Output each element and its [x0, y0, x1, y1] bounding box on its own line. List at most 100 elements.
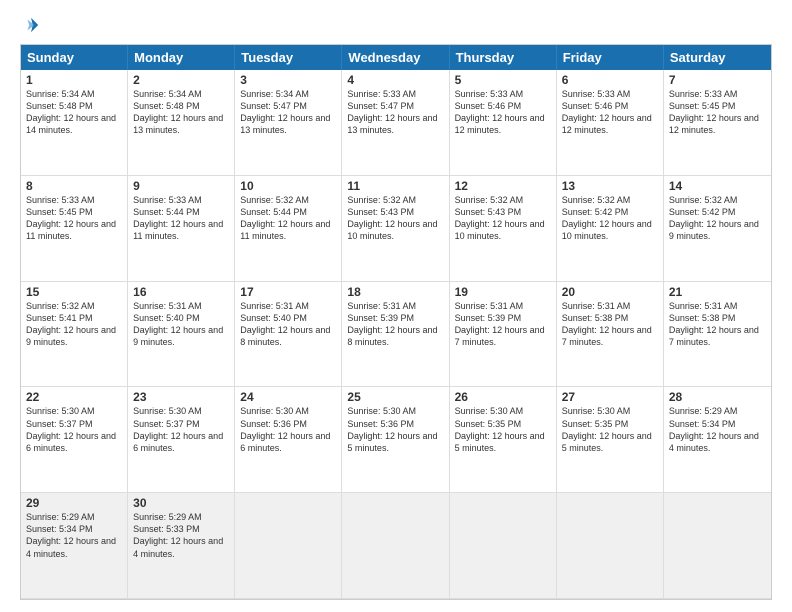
day-number: 29	[26, 496, 122, 510]
day-cell: 21Sunrise: 5:31 AM Sunset: 5:38 PM Dayli…	[664, 282, 771, 388]
day-number: 20	[562, 285, 658, 299]
day-cell: 26Sunrise: 5:30 AM Sunset: 5:35 PM Dayli…	[450, 387, 557, 493]
empty-cell	[450, 493, 557, 599]
day-cell: 3Sunrise: 5:34 AM Sunset: 5:47 PM Daylig…	[235, 70, 342, 176]
day-cell: 6Sunrise: 5:33 AM Sunset: 5:46 PM Daylig…	[557, 70, 664, 176]
day-number: 23	[133, 390, 229, 404]
day-details: Sunrise: 5:33 AM Sunset: 5:46 PM Dayligh…	[455, 88, 551, 137]
day-number: 15	[26, 285, 122, 299]
day-details: Sunrise: 5:33 AM Sunset: 5:47 PM Dayligh…	[347, 88, 443, 137]
day-details: Sunrise: 5:32 AM Sunset: 5:42 PM Dayligh…	[562, 194, 658, 243]
day-cell: 29Sunrise: 5:29 AM Sunset: 5:34 PM Dayli…	[21, 493, 128, 599]
weekday-header: Sunday	[21, 45, 128, 70]
day-details: Sunrise: 5:31 AM Sunset: 5:38 PM Dayligh…	[562, 300, 658, 349]
day-details: Sunrise: 5:32 AM Sunset: 5:43 PM Dayligh…	[455, 194, 551, 243]
day-cell: 2Sunrise: 5:34 AM Sunset: 5:48 PM Daylig…	[128, 70, 235, 176]
day-cell: 7Sunrise: 5:33 AM Sunset: 5:45 PM Daylig…	[664, 70, 771, 176]
day-number: 24	[240, 390, 336, 404]
day-number: 18	[347, 285, 443, 299]
weekday-header: Monday	[128, 45, 235, 70]
page-header	[20, 16, 772, 34]
day-cell: 8Sunrise: 5:33 AM Sunset: 5:45 PM Daylig…	[21, 176, 128, 282]
day-details: Sunrise: 5:33 AM Sunset: 5:44 PM Dayligh…	[133, 194, 229, 243]
day-number: 10	[240, 179, 336, 193]
day-cell: 5Sunrise: 5:33 AM Sunset: 5:46 PM Daylig…	[450, 70, 557, 176]
day-details: Sunrise: 5:31 AM Sunset: 5:39 PM Dayligh…	[455, 300, 551, 349]
day-cell: 20Sunrise: 5:31 AM Sunset: 5:38 PM Dayli…	[557, 282, 664, 388]
calendar: SundayMondayTuesdayWednesdayThursdayFrid…	[20, 44, 772, 600]
day-details: Sunrise: 5:30 AM Sunset: 5:37 PM Dayligh…	[133, 405, 229, 454]
day-number: 8	[26, 179, 122, 193]
day-number: 26	[455, 390, 551, 404]
day-number: 19	[455, 285, 551, 299]
day-number: 21	[669, 285, 766, 299]
day-details: Sunrise: 5:33 AM Sunset: 5:45 PM Dayligh…	[26, 194, 122, 243]
day-number: 28	[669, 390, 766, 404]
day-cell: 13Sunrise: 5:32 AM Sunset: 5:42 PM Dayli…	[557, 176, 664, 282]
day-number: 3	[240, 73, 336, 87]
weekday-header: Thursday	[450, 45, 557, 70]
day-cell: 24Sunrise: 5:30 AM Sunset: 5:36 PM Dayli…	[235, 387, 342, 493]
day-number: 30	[133, 496, 229, 510]
day-details: Sunrise: 5:31 AM Sunset: 5:40 PM Dayligh…	[133, 300, 229, 349]
day-number: 14	[669, 179, 766, 193]
day-cell: 1Sunrise: 5:34 AM Sunset: 5:48 PM Daylig…	[21, 70, 128, 176]
day-details: Sunrise: 5:32 AM Sunset: 5:41 PM Dayligh…	[26, 300, 122, 349]
day-cell: 10Sunrise: 5:32 AM Sunset: 5:44 PM Dayli…	[235, 176, 342, 282]
weekday-header: Friday	[557, 45, 664, 70]
day-number: 25	[347, 390, 443, 404]
day-cell: 25Sunrise: 5:30 AM Sunset: 5:36 PM Dayli…	[342, 387, 449, 493]
day-details: Sunrise: 5:32 AM Sunset: 5:44 PM Dayligh…	[240, 194, 336, 243]
day-cell: 28Sunrise: 5:29 AM Sunset: 5:34 PM Dayli…	[664, 387, 771, 493]
day-cell: 9Sunrise: 5:33 AM Sunset: 5:44 PM Daylig…	[128, 176, 235, 282]
day-details: Sunrise: 5:32 AM Sunset: 5:43 PM Dayligh…	[347, 194, 443, 243]
day-cell: 16Sunrise: 5:31 AM Sunset: 5:40 PM Dayli…	[128, 282, 235, 388]
empty-cell	[557, 493, 664, 599]
day-cell: 15Sunrise: 5:32 AM Sunset: 5:41 PM Dayli…	[21, 282, 128, 388]
day-details: Sunrise: 5:34 AM Sunset: 5:48 PM Dayligh…	[133, 88, 229, 137]
empty-cell	[664, 493, 771, 599]
day-number: 4	[347, 73, 443, 87]
day-number: 6	[562, 73, 658, 87]
day-details: Sunrise: 5:34 AM Sunset: 5:47 PM Dayligh…	[240, 88, 336, 137]
day-details: Sunrise: 5:30 AM Sunset: 5:36 PM Dayligh…	[240, 405, 336, 454]
day-number: 17	[240, 285, 336, 299]
logo-icon	[22, 16, 40, 34]
day-number: 9	[133, 179, 229, 193]
day-cell: 4Sunrise: 5:33 AM Sunset: 5:47 PM Daylig…	[342, 70, 449, 176]
day-cell: 17Sunrise: 5:31 AM Sunset: 5:40 PM Dayli…	[235, 282, 342, 388]
day-cell: 30Sunrise: 5:29 AM Sunset: 5:33 PM Dayli…	[128, 493, 235, 599]
day-details: Sunrise: 5:31 AM Sunset: 5:38 PM Dayligh…	[669, 300, 766, 349]
day-number: 27	[562, 390, 658, 404]
day-details: Sunrise: 5:29 AM Sunset: 5:33 PM Dayligh…	[133, 511, 229, 560]
day-details: Sunrise: 5:33 AM Sunset: 5:46 PM Dayligh…	[562, 88, 658, 137]
day-number: 12	[455, 179, 551, 193]
day-number: 5	[455, 73, 551, 87]
day-details: Sunrise: 5:29 AM Sunset: 5:34 PM Dayligh…	[669, 405, 766, 454]
day-cell: 11Sunrise: 5:32 AM Sunset: 5:43 PM Dayli…	[342, 176, 449, 282]
weekday-header: Wednesday	[342, 45, 449, 70]
day-number: 7	[669, 73, 766, 87]
empty-cell	[235, 493, 342, 599]
day-cell: 14Sunrise: 5:32 AM Sunset: 5:42 PM Dayli…	[664, 176, 771, 282]
calendar-body: 1 Sunrise: 5:34 AM Sunset: 5:48 PM Daylig…	[21, 70, 771, 599]
day-details: Sunrise: 5:30 AM Sunset: 5:35 PM Dayligh…	[562, 405, 658, 454]
day-details: Sunrise: 5:30 AM Sunset: 5:36 PM Dayligh…	[347, 405, 443, 454]
day-number: 11	[347, 179, 443, 193]
day-details: Sunrise: 5:30 AM Sunset: 5:35 PM Dayligh…	[455, 405, 551, 454]
weekday-header: Saturday	[664, 45, 771, 70]
day-cell: 18Sunrise: 5:31 AM Sunset: 5:39 PM Dayli…	[342, 282, 449, 388]
empty-cell	[342, 493, 449, 599]
day-number: 22	[26, 390, 122, 404]
calendar-page: SundayMondayTuesdayWednesdayThursdayFrid…	[0, 0, 792, 612]
day-number: 16	[133, 285, 229, 299]
day-cell: 27Sunrise: 5:30 AM Sunset: 5:35 PM Dayli…	[557, 387, 664, 493]
day-cell: 23Sunrise: 5:30 AM Sunset: 5:37 PM Dayli…	[128, 387, 235, 493]
day-details: Sunrise: 5:31 AM Sunset: 5:40 PM Dayligh…	[240, 300, 336, 349]
day-details: Sunrise: 5:29 AM Sunset: 5:34 PM Dayligh…	[26, 511, 122, 560]
day-number: 2	[133, 73, 229, 87]
day-cell: 12Sunrise: 5:32 AM Sunset: 5:43 PM Dayli…	[450, 176, 557, 282]
calendar-header: SundayMondayTuesdayWednesdayThursdayFrid…	[21, 45, 771, 70]
day-number: 1	[26, 73, 122, 87]
day-details: Sunrise: 5:33 AM Sunset: 5:45 PM Dayligh…	[669, 88, 766, 137]
